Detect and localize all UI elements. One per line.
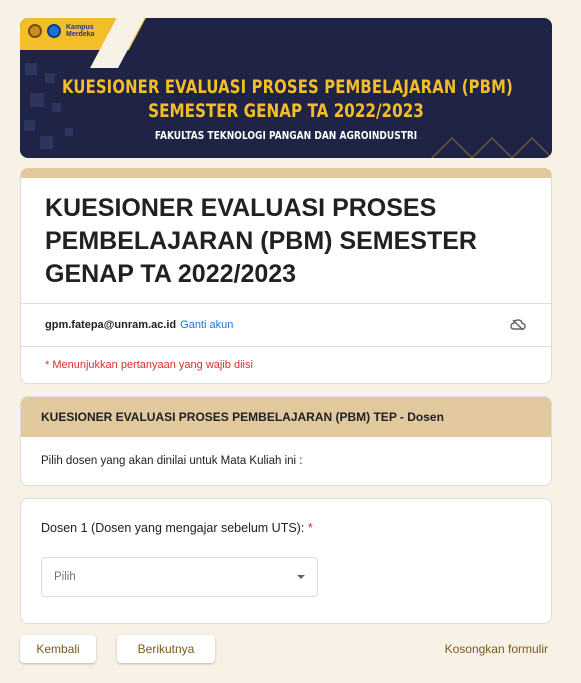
question-card: Dosen 1 (Dosen yang mengajar sebelum UTS… — [20, 498, 552, 624]
logo-group: Kampus Merdeka — [28, 24, 94, 38]
form-title-card: KUESIONER EVALUASI PROSES PEMBELAJARAN (… — [20, 168, 552, 384]
section-header: KUESIONER EVALUASI PROSES PEMBELAJARAN (… — [21, 397, 551, 437]
cloud-off-icon[interactable] — [509, 316, 527, 334]
banner-subtitle: FAKULTAS TEKNOLOGI PANGAN DAN AGROINDUST… — [154, 129, 418, 142]
next-button[interactable]: Berikutnya — [117, 635, 215, 663]
form-title: KUESIONER EVALUASI PROSES PEMBELAJARAN (… — [45, 194, 477, 288]
form-footer: Kembali Berikutnya Kosongkan formulir — [20, 634, 552, 664]
header-banner: Kampus Merdeka KUESIONER EVALUASI PROSES… — [20, 18, 552, 158]
kemendikbud-logo-icon — [47, 24, 61, 38]
form-container: Kampus Merdeka KUESIONER EVALUASI PROSES… — [20, 18, 552, 664]
kampus-merdeka-logo: Kampus Merdeka — [66, 24, 94, 38]
account-row: gpm.fatepa@unram.ac.id Ganti akun — [21, 303, 551, 346]
university-logo-icon — [28, 24, 42, 38]
switch-account-link[interactable]: Ganti akun — [180, 319, 233, 331]
banner-title-line2: SEMESTER GENAP TA 2022/2023 — [148, 100, 424, 122]
question-label: Dosen 1 (Dosen yang mengajar sebelum UTS… — [41, 521, 531, 535]
account-email: gpm.fatepa@unram.ac.id — [45, 319, 177, 331]
logo-text-line2: Merdeka — [66, 31, 95, 38]
dropdown-caret-icon — [297, 575, 305, 579]
section-description: Pilih dosen yang akan dinilai untuk Mata… — [41, 455, 303, 467]
clear-form-link[interactable]: Kosongkan formulir — [445, 642, 548, 656]
banner-title-line1: KUESIONER EVALUASI PROSES PEMBELAJARAN (… — [62, 76, 513, 98]
select-placeholder: Pilih — [54, 571, 76, 583]
dosen-select-dropdown[interactable]: Pilih — [41, 557, 318, 597]
required-star: * — [307, 521, 313, 535]
required-note: * Menunjukkan pertanyaan yang wajib diis… — [21, 346, 551, 383]
logo-text-line1: Kampus — [66, 24, 94, 31]
section-card: KUESIONER EVALUASI PROSES PEMBELAJARAN (… — [20, 396, 552, 486]
question-text: Dosen 1 (Dosen yang mengajar sebelum UTS… — [41, 521, 305, 535]
back-button[interactable]: Kembali — [20, 635, 96, 663]
